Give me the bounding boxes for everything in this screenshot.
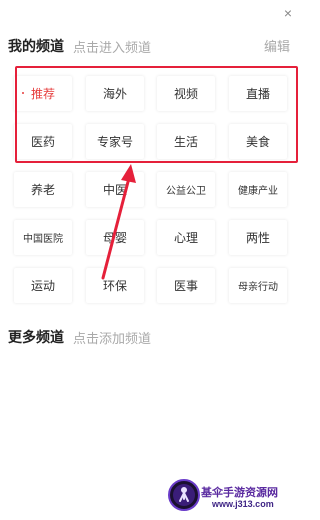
active-dot (22, 92, 24, 94)
channel-label: 美食 (245, 135, 270, 149)
channel-chip-medicine[interactable]: 医药 (14, 124, 72, 159)
my-channels-title: 我的频道 (8, 38, 64, 54)
channel-chip-environment[interactable]: 环保 (86, 268, 144, 303)
channel-chip-experts[interactable]: 专家号 (86, 124, 144, 159)
channel-chip-recommend[interactable]: 推荐 (14, 76, 72, 111)
channel-chip-sexual-health[interactable]: 两性 (229, 220, 287, 255)
channel-chip-overseas[interactable]: 海外 (86, 76, 144, 111)
close-icon[interactable]: × (281, 6, 295, 20)
channel-label: 医事 (173, 279, 198, 293)
channel-label: 视频 (173, 87, 198, 101)
channel-label: 医药 (30, 135, 55, 149)
channel-label: 公益公卫 (166, 186, 206, 197)
channel-chip-live[interactable]: 直播 (229, 76, 287, 111)
channel-chip-food[interactable]: 美食 (229, 124, 287, 159)
edit-button[interactable]: 编辑 (264, 36, 290, 55)
channel-chip-video[interactable]: 视频 (157, 76, 215, 111)
channel-label: 中医 (102, 183, 127, 197)
watermark-url: www.j313.com (212, 499, 274, 509)
channel-label: 养老 (30, 183, 55, 197)
channel-label: 专家号 (96, 135, 133, 149)
channel-chip-medical-affairs[interactable]: 医事 (157, 268, 215, 303)
channel-label: 运动 (30, 279, 55, 293)
channel-chip-public-health[interactable]: 公益公卫 (157, 172, 215, 207)
channel-label: 环保 (102, 279, 127, 293)
more-channels-header: 更多频道 点击添加频道 (8, 327, 290, 347)
my-channels-header: 我的频道 点击进入频道 编辑 (8, 36, 290, 56)
channel-chip-health-industry[interactable]: 健康产业 (229, 172, 287, 207)
my-channels-hint: 点击进入频道 (73, 40, 152, 55)
channel-label: 直播 (245, 87, 270, 101)
more-channels-hint: 点击添加频道 (73, 331, 152, 346)
channel-chip-tcm[interactable]: 中医 (86, 172, 144, 207)
more-channels-title: 更多频道 (8, 329, 64, 345)
channel-chip-psychology[interactable]: 心理 (157, 220, 215, 255)
channel-chip-mother-action[interactable]: 母亲行动 (229, 268, 287, 303)
watermark-logo-icon (168, 479, 200, 511)
channel-label: 海外 (102, 87, 127, 101)
channel-chip-elderly-care[interactable]: 养老 (14, 172, 72, 207)
channel-chip-life[interactable]: 生活 (157, 124, 215, 159)
channel-label: 推荐 (30, 87, 55, 101)
channel-label: 健康产业 (238, 186, 278, 197)
channel-label: 母婴 (102, 231, 127, 245)
watermark-name: 基伞手游资源网 (201, 487, 278, 499)
channel-label: 两性 (245, 231, 270, 245)
channel-label: 生活 (173, 135, 198, 149)
channel-label: 心理 (173, 231, 198, 245)
channel-label: 母亲行动 (238, 282, 278, 293)
channel-chip-maternal-infant[interactable]: 母婴 (86, 220, 144, 255)
channel-chip-sports[interactable]: 运动 (14, 268, 72, 303)
channel-chip-china-hospital[interactable]: 中国医院 (14, 220, 72, 255)
channel-label: 中国医院 (23, 234, 63, 245)
watermark: 基伞手游资源网 www.j313.com (168, 475, 296, 515)
